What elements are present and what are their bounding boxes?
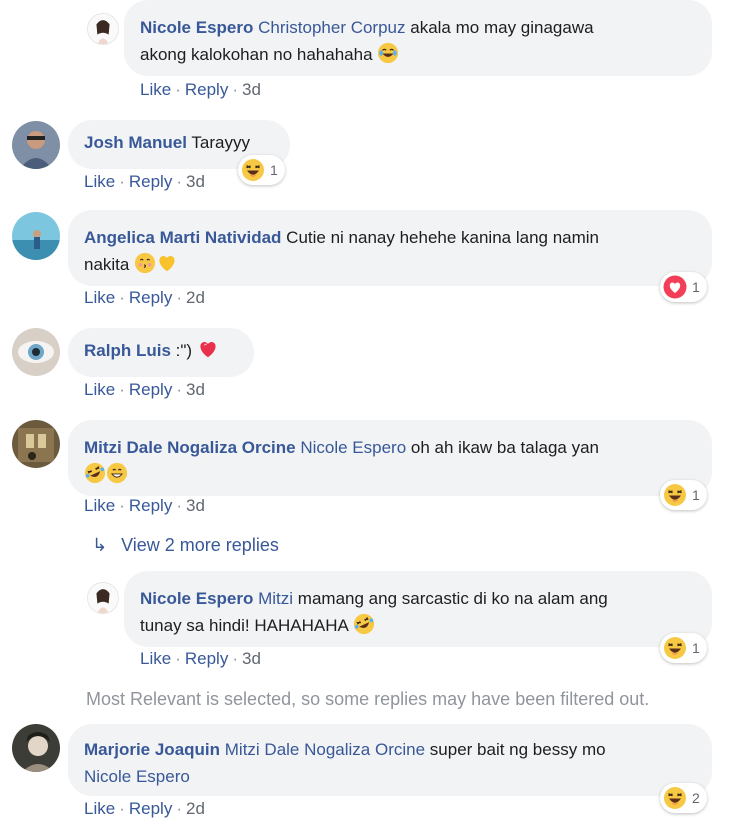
comment-actions: Like · Reply · 3d <box>84 496 205 515</box>
comment-text: nakita <box>84 255 130 274</box>
comment-bubble: Mitzi Dale Nogaliza Orcine Nicole Espero… <box>68 420 712 496</box>
like-link[interactable]: Like <box>84 380 115 399</box>
kissing-face-emoji <box>134 252 156 274</box>
reply-link[interactable]: Reply <box>129 496 172 515</box>
sparkling-heart-emoji <box>197 338 219 360</box>
comment-text: akala mo may ginagawa <box>410 18 594 37</box>
comment-author[interactable]: Ralph Luis <box>84 341 171 360</box>
reaction-count[interactable]: 2 <box>660 783 707 813</box>
like-link[interactable]: Like <box>140 80 171 99</box>
like-link[interactable]: Like <box>84 799 115 818</box>
comment-actions: Like · Reply · 3d <box>140 649 261 668</box>
timestamp[interactable]: 3d <box>186 496 205 515</box>
comment-bubble: Angelica Marti Natividad Cutie ni nanay … <box>68 210 712 286</box>
comment-text: akong kalokohan no hahahaha <box>140 45 373 64</box>
comment-author[interactable]: Angelica Marti Natividad <box>84 228 281 247</box>
comment-bubble: Marjorie Joaquin Mitzi Dale Nogaliza Orc… <box>68 724 712 796</box>
comment-text: Tarayyy <box>191 133 250 152</box>
timestamp[interactable]: 3d <box>186 380 205 399</box>
haha-reaction-icon <box>663 483 687 507</box>
comment-bubble: Nicole Espero Mitzi mamang ang sarcastic… <box>124 571 712 647</box>
comment-text: :") <box>175 341 193 360</box>
reaction-count[interactable]: 1 <box>660 480 707 510</box>
reply-link[interactable]: Reply <box>129 799 172 818</box>
yellow-heart-emoji <box>156 252 178 274</box>
comment-bubble: Ralph Luis :") <box>68 328 254 377</box>
comment-text: Cutie ni nanay hehehe kanina lang namin <box>286 228 600 247</box>
timestamp[interactable]: 3d <box>242 80 261 99</box>
comment-actions: Like · Reply · 3d <box>140 80 261 99</box>
reply-link[interactable]: Reply <box>129 172 172 191</box>
comment-author[interactable]: Josh Manuel <box>84 133 187 152</box>
like-link[interactable]: Like <box>140 649 171 668</box>
like-link[interactable]: Like <box>84 496 115 515</box>
reaction-count-label: 1 <box>692 640 700 656</box>
view-more-replies-label: View 2 more replies <box>121 535 279 555</box>
haha-reaction-icon <box>663 786 687 810</box>
avatar[interactable] <box>87 582 119 614</box>
timestamp[interactable]: 2d <box>186 799 205 818</box>
haha-reaction-icon <box>241 158 265 182</box>
timestamp[interactable]: 2d <box>186 288 205 307</box>
comment-actions: Like · Reply · 2d <box>84 288 205 307</box>
filter-note: Most Relevant is selected, so some repli… <box>86 689 650 709</box>
comment-author[interactable]: Marjorie Joaquin <box>84 740 220 759</box>
reaction-count[interactable]: 1 <box>660 272 707 302</box>
rofl-emoji <box>353 613 375 635</box>
avatar[interactable] <box>12 121 60 169</box>
timestamp[interactable]: 3d <box>242 649 261 668</box>
avatar[interactable] <box>12 724 60 772</box>
reaction-count[interactable]: 1 <box>238 155 285 185</box>
comment-mention[interactable]: Nicole Espero <box>300 438 406 457</box>
comment-mention[interactable]: Christopher Corpuz <box>258 18 405 37</box>
avatar[interactable] <box>12 212 60 260</box>
reply-link[interactable]: Reply <box>185 80 228 99</box>
comment-text: oh ah ikaw ba talaga yan <box>410 438 599 457</box>
laughing-tears-emoji <box>377 42 399 64</box>
timestamp[interactable]: 3d <box>186 172 205 191</box>
reply-link[interactable]: Reply <box>129 288 172 307</box>
comment-mention[interactable]: Nicole Espero <box>84 767 190 786</box>
avatar[interactable] <box>12 420 60 468</box>
reaction-count-label: 1 <box>692 279 700 295</box>
rofl-emoji <box>84 462 106 484</box>
love-reaction-icon <box>663 275 687 299</box>
comment-bubble: Nicole Espero Christopher Corpuz akala m… <box>124 0 712 76</box>
view-more-replies-link[interactable]: ↳ View 2 more replies <box>92 535 279 556</box>
avatar[interactable] <box>12 328 60 376</box>
comment-author[interactable]: Nicole Espero <box>140 18 253 37</box>
reply-arrow-icon: ↳ <box>92 535 108 555</box>
comment-author[interactable]: Mitzi Dale Nogaliza Orcine <box>84 438 296 457</box>
comment-mention[interactable]: Mitzi <box>258 589 293 608</box>
reaction-count-label: 2 <box>692 790 700 806</box>
comment-mention[interactable]: Mitzi Dale Nogaliza Orcine <box>225 740 425 759</box>
like-link[interactable]: Like <box>84 172 115 191</box>
like-link[interactable]: Like <box>84 288 115 307</box>
comment-text: super bait ng bessy mo <box>429 740 606 759</box>
comment-actions: Like · Reply · 3d <box>84 172 205 191</box>
reaction-count-label: 1 <box>270 162 278 178</box>
avatar[interactable] <box>87 13 119 45</box>
comment-text: mamang ang sarcastic di ko na alam ang <box>297 589 608 608</box>
grinning-emoji <box>106 462 128 484</box>
haha-reaction-icon <box>663 636 687 660</box>
comment-author[interactable]: Nicole Espero <box>140 589 253 608</box>
comment-actions: Like · Reply · 2d <box>84 799 205 818</box>
comment-actions: Like · Reply · 3d <box>84 380 205 399</box>
comment-text: tunay sa hindi! HAHAHAHA <box>140 616 348 635</box>
reaction-count-label: 1 <box>692 487 700 503</box>
reaction-count[interactable]: 1 <box>660 633 707 663</box>
reply-link[interactable]: Reply <box>129 380 172 399</box>
reply-link[interactable]: Reply <box>185 649 228 668</box>
